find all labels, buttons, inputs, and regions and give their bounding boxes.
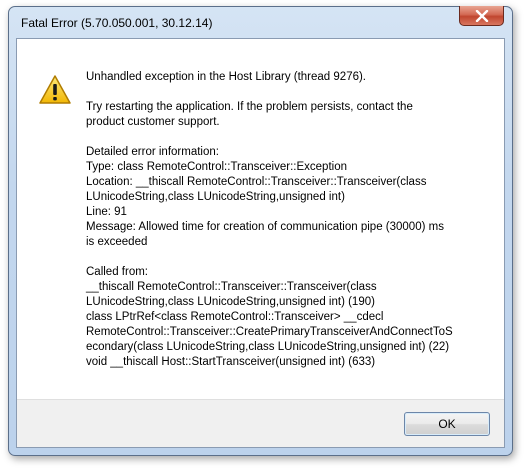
close-button[interactable]	[459, 6, 504, 26]
call-stack-line: __thiscall RemoteControl::Transceiver::T…	[86, 281, 377, 293]
warning-icon	[39, 75, 71, 104]
details-heading: Detailed error information:	[86, 146, 219, 158]
call-stack-line: void __thiscall Host::StartTransceiver(u…	[86, 356, 376, 368]
call-stack-line: RemoteControl::Transceiver::CreatePrimar…	[86, 326, 453, 338]
dialog-client-area: Unhandled exception in the Host Library …	[16, 38, 505, 448]
window-title: Fatal Error (5.70.050.001, 30.12.14)	[21, 16, 213, 30]
call-stack-line: class LPtrRef<class RemoteControl::Trans…	[86, 311, 384, 323]
details-line: Line: 91	[86, 206, 127, 218]
details-line: Type: class RemoteControl::Transceiver::…	[86, 161, 347, 173]
close-icon	[475, 9, 488, 22]
error-dialog-window: Fatal Error (5.70.050.001, 30.12.14) Unh…	[8, 6, 513, 456]
details-line: is exceeded	[86, 236, 148, 248]
ok-button[interactable]: OK	[404, 412, 490, 436]
call-stack-line: econdary(class LUnicodeString,class LUni…	[86, 341, 450, 353]
message-headline: Unhandled exception in the Host Library …	[86, 71, 367, 83]
details-line: LUnicodeString,class LUnicodeString,unsi…	[86, 191, 345, 203]
called-from-heading: Called from:	[86, 266, 148, 278]
button-bar: OK	[17, 399, 504, 447]
details-line: Message: Allowed time for creation of co…	[86, 221, 444, 233]
error-message: Unhandled exception in the Host Library …	[86, 70, 496, 370]
advice-line: product customer support.	[86, 116, 220, 128]
call-stack-line: LUnicodeString,class LUnicodeString,unsi…	[86, 296, 375, 308]
advice-line: Try restarting the application. If the p…	[86, 101, 413, 113]
details-line: Location: __thiscall RemoteControl::Tran…	[86, 176, 427, 188]
